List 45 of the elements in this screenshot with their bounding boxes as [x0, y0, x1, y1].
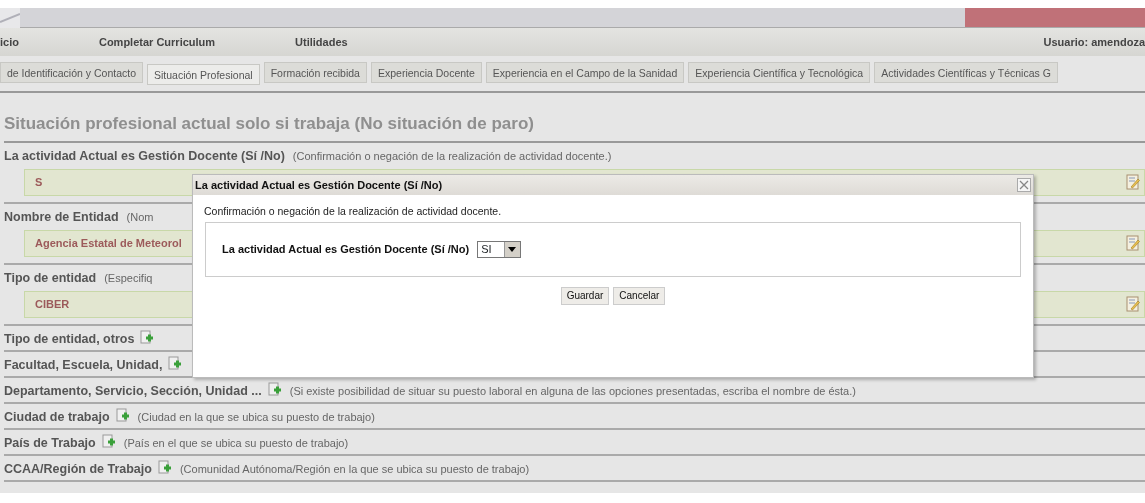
field-label: Departamento, Servicio, Sección, Unidad ...: [4, 383, 262, 398]
add-icon[interactable]: [267, 381, 282, 397]
user-label: Usuario: amendoza: [1043, 34, 1145, 50]
field-hint: (Especifiq: [104, 271, 153, 284]
field-label: Tipo de entidad: [4, 270, 97, 285]
tab[interactable]: Formación recibida: [263, 62, 367, 83]
add-icon[interactable]: [168, 355, 183, 371]
tab[interactable]: Actividades Científicas y Técnicas G: [874, 62, 1058, 83]
field-hint: (Nom: [126, 210, 154, 223]
close-icon[interactable]: [1017, 178, 1031, 192]
tab[interactable]: Experiencia Científica y Tecnológica: [688, 62, 871, 83]
menu-item[interactable]: Completar Curriculum: [98, 33, 216, 51]
add-icon[interactable]: [101, 433, 116, 449]
dialog-description: Confirmación o negación de la realización de actividad docente.: [204, 204, 503, 219]
dialog-title: La actividad Actual es Gestión Docente (Sí /No): [195, 177, 443, 193]
field-label: La actividad Actual es Gestión Docente (Sí /No): [4, 148, 285, 163]
menu-item[interactable]: icio: [0, 33, 19, 51]
tab[interactable]: Experiencia en el Campo de la Sanidad: [485, 62, 685, 83]
dialog-button[interactable]: Cancelar: [613, 286, 666, 305]
field-label: Facultad, Escuela, Unidad,: [4, 357, 163, 372]
edit-icon[interactable]: [1126, 296, 1140, 312]
add-icon[interactable]: [157, 459, 172, 475]
menu-item[interactable]: Utilidades: [295, 33, 348, 51]
field-label: CCAA/Región de Trabajo: [4, 461, 152, 476]
section-heading: Situación profesional actual solo si trabaja (No situación de paro): [4, 93, 1145, 143]
field-hint: (Comunidad Autónoma/Región en la que se ubica su puesto de trabajo): [179, 462, 530, 475]
field-hint: (País en el que se ubica su puesto de trabajo): [123, 436, 349, 449]
tab[interactable]: Situación Profesional: [147, 64, 260, 85]
field-hint: (Si existe posibilidad de situar su puesto laboral en alguna de las opciones presentadas, escriba el nombre de ésta.): [289, 384, 856, 397]
field-label: Nombre de Entidad: [4, 209, 119, 224]
field-label: Ciudad de trabajo: [4, 409, 110, 424]
dialog-button[interactable]: Guardar: [560, 286, 610, 305]
tab[interactable]: de Identificación y Contacto: [0, 62, 143, 83]
field-hint: (Ciudad en la que se ubica su puesto de trabajo): [137, 410, 375, 423]
add-icon[interactable]: [115, 407, 130, 423]
field-label: Tipo de entidad, otros: [4, 331, 135, 346]
edit-icon[interactable]: [1126, 235, 1140, 251]
dropdown-arrow-icon[interactable]: [508, 246, 517, 252]
select-field[interactable]: SI: [477, 240, 521, 258]
select-label: La actividad Actual es Gestión Docente (Sí /No): [222, 242, 470, 257]
add-icon[interactable]: [140, 329, 155, 345]
field-label: País de Trabajo: [4, 435, 96, 450]
field-hint: (Confirmación o negación de la realización de actividad docente.): [292, 149, 612, 162]
edit-icon[interactable]: [1126, 174, 1140, 190]
tab[interactable]: Experiencia Docente: [370, 62, 482, 83]
